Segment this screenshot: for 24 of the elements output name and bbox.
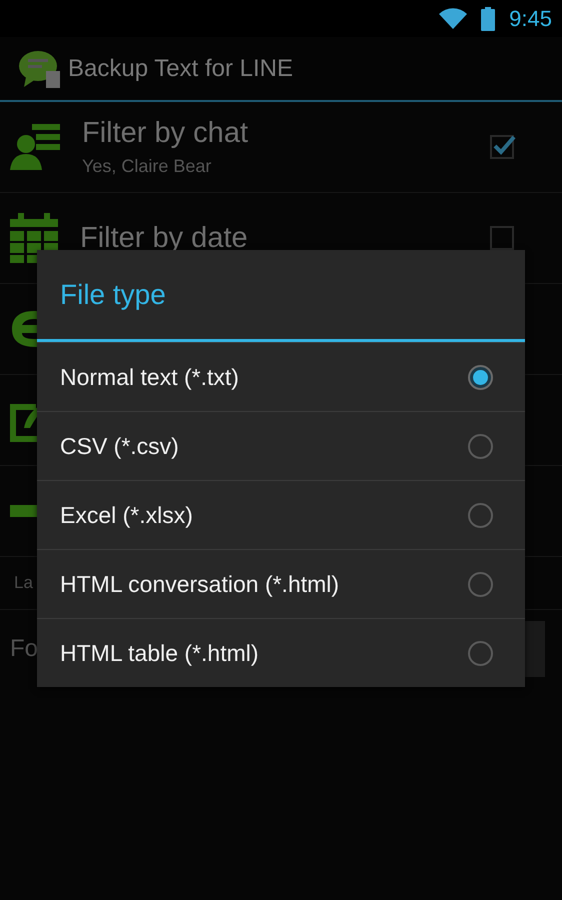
radio-button[interactable]	[468, 364, 493, 390]
radio-button[interactable]	[468, 502, 493, 528]
app-title: Backup Text for LINE	[68, 54, 293, 82]
option-item[interactable]: Normal text (*.txt)	[37, 342, 525, 411]
option-item[interactable]: Excel (*.xlsx)	[37, 480, 525, 549]
email-icon	[10, 309, 37, 349]
wifi-icon	[439, 8, 468, 30]
checkbox[interactable]	[490, 135, 514, 159]
app-logo-icon	[18, 48, 62, 88]
option-item[interactable]: CSV (*.csv)	[37, 411, 525, 480]
checkbox[interactable]	[490, 226, 514, 250]
battery-icon	[481, 6, 496, 30]
status-time: 9:45	[509, 6, 552, 32]
setting-title: Filter by chat	[82, 117, 249, 150]
option-item[interactable]: HTML table (*.html)	[37, 618, 525, 687]
radio-button[interactable]	[468, 572, 493, 596]
settings-item[interactable]: Filter by chat Yes, Claire Bear	[0, 102, 562, 193]
option-item[interactable]: HTML conversation (*.html)	[37, 549, 525, 618]
radio-button[interactable]	[468, 640, 493, 666]
field-label: Fo	[10, 635, 38, 663]
contact-list-icon	[10, 124, 60, 170]
radio-button[interactable]	[468, 434, 493, 458]
setting-summary: Yes, Claire Bear	[82, 156, 212, 177]
section-label: La	[14, 573, 33, 593]
